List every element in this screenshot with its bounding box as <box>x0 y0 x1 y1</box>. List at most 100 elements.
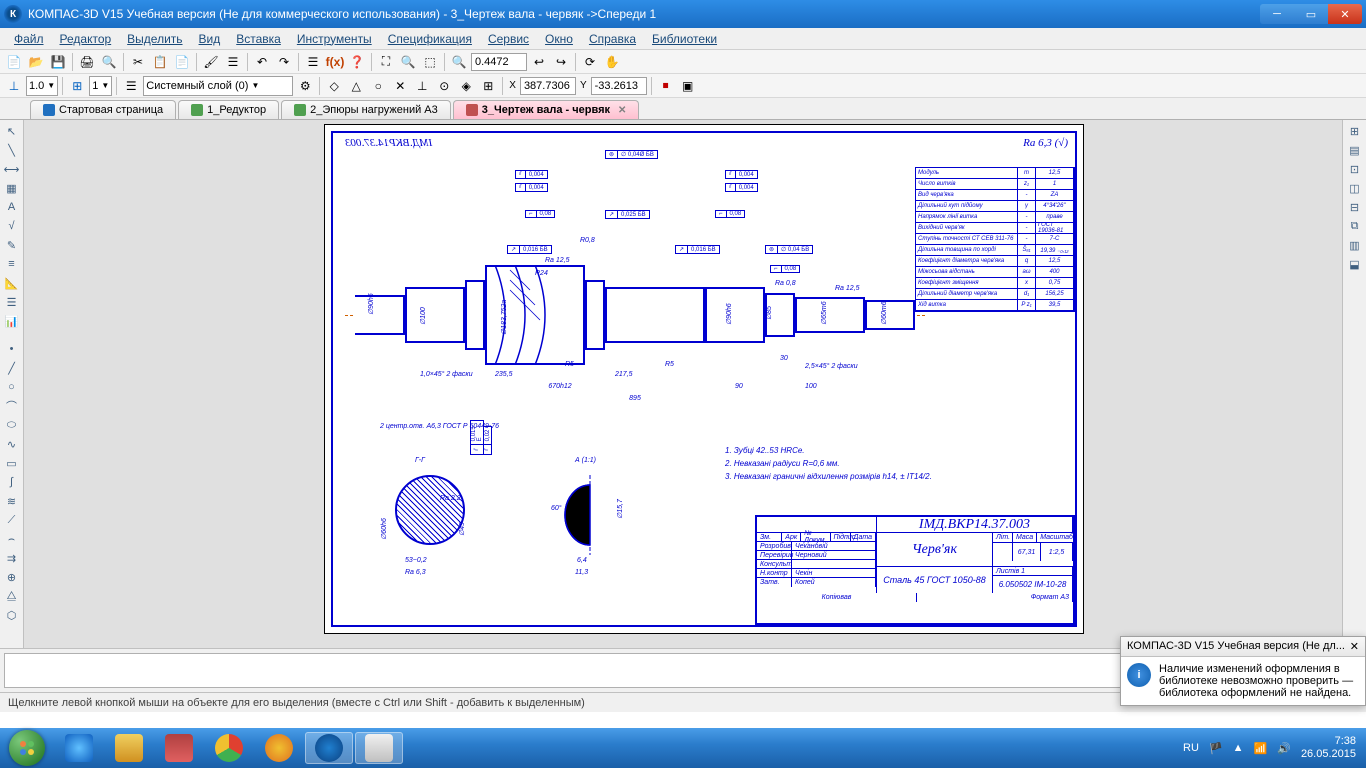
tool-offset-icon[interactable]: ⇉ <box>2 549 22 567</box>
menu-editor[interactable]: Редактор <box>52 30 120 48</box>
vars-icon[interactable]: f(x) <box>325 52 345 72</box>
tool-point-icon[interactable]: • <box>2 340 22 358</box>
tool-param-icon[interactable]: ≡ <box>2 255 22 273</box>
coord-y-input[interactable] <box>591 77 647 95</box>
zoom-window-icon[interactable]: ⬚ <box>420 52 440 72</box>
close-button[interactable]: ✕ <box>1328 4 1362 24</box>
rtool-3-icon[interactable]: ⊡ <box>1345 160 1365 178</box>
layer-manage-icon[interactable]: ⚙ <box>295 76 315 96</box>
tool-dim-icon[interactable]: ⟷ <box>2 160 22 178</box>
tool-text-icon[interactable]: A <box>2 198 22 216</box>
snap-perp-icon[interactable]: ⊥ <box>412 76 432 96</box>
menu-file[interactable]: Файл <box>6 30 52 48</box>
zoom-scale-icon[interactable]: 🔍 <box>449 52 469 72</box>
menu-spec[interactable]: Спецификация <box>380 30 480 48</box>
open-button[interactable]: 📂 <box>26 52 46 72</box>
menu-tools[interactable]: Инструменты <box>289 30 380 48</box>
snap-grid-icon[interactable]: ⊞ <box>478 76 498 96</box>
snap-near-icon[interactable]: ◈ <box>456 76 476 96</box>
menu-select[interactable]: Выделить <box>119 30 190 48</box>
tool-hatch-icon[interactable]: ▦ <box>2 179 22 197</box>
pause-icon[interactable]: ▣ <box>678 76 698 96</box>
tray-volume-icon[interactable]: 🔊 <box>1277 742 1291 755</box>
zoom-fit-icon[interactable]: ⛶ <box>376 52 396 72</box>
rtool-7-icon[interactable]: ▥ <box>1345 236 1365 254</box>
scale-combo[interactable]: 1.0▼ <box>26 76 58 96</box>
rtool-1-icon[interactable]: ⊞ <box>1345 122 1365 140</box>
tool-seg-icon[interactable]: ╱ <box>2 359 22 377</box>
tab-reductor[interactable]: 1_Редуктор <box>178 100 279 119</box>
maximize-button[interactable]: ▭ <box>1294 4 1328 24</box>
print-button[interactable]: 🖨 <box>77 52 97 72</box>
save-button[interactable]: 💾 <box>48 52 68 72</box>
taskbar-totalcmd[interactable] <box>155 732 203 764</box>
menu-insert[interactable]: Вставка <box>228 30 289 48</box>
start-button[interactable] <box>0 728 54 768</box>
step-combo[interactable]: 1▼ <box>89 76 112 96</box>
taskbar-paint[interactable] <box>355 732 403 764</box>
notif-close-icon[interactable]: ✕ <box>1350 640 1359 653</box>
tool-chamfer-icon[interactable]: ⟋ <box>2 511 22 529</box>
tool-rep-icon[interactable]: 📊 <box>2 312 22 330</box>
tab-epyury[interactable]: 2_Эпюры нагружений А3 <box>281 100 451 119</box>
undo-button[interactable]: ↶ <box>252 52 272 72</box>
menu-help[interactable]: Справка <box>581 30 644 48</box>
tool-arc-icon[interactable]: ⌒ <box>2 397 22 415</box>
tool-spline-icon[interactable]: ∿ <box>2 435 22 453</box>
menu-view[interactable]: Вид <box>191 30 229 48</box>
tray-action-icon[interactable]: ▲ <box>1233 742 1244 754</box>
zoom-in-icon[interactable]: 🔍 <box>398 52 418 72</box>
snap-tan-icon[interactable]: ⊙ <box>434 76 454 96</box>
menu-service[interactable]: Сервис <box>480 30 537 48</box>
tool-cont-icon[interactable]: ⬡ <box>2 606 22 624</box>
menu-libs[interactable]: Библиотеки <box>644 30 725 48</box>
zoom-prev-icon[interactable]: ↩ <box>529 52 549 72</box>
stop-icon[interactable]: ⏹ <box>656 76 676 96</box>
zoom-next-icon[interactable]: ↪ <box>551 52 571 72</box>
menu-window[interactable]: Окно <box>537 30 581 48</box>
tool-bezier-icon[interactable]: ∫ <box>2 473 22 491</box>
tool-spec-icon[interactable]: ☰ <box>2 293 22 311</box>
tab-start-page[interactable]: Стартовая страница <box>30 100 176 119</box>
tray-network-icon[interactable]: 📶 <box>1254 742 1268 755</box>
tool-rough-icon[interactable]: √ <box>2 217 22 235</box>
minimize-button[interactable]: ─ <box>1260 4 1294 24</box>
brush-icon[interactable]: 🖌 <box>201 52 221 72</box>
redo-button[interactable]: ↷ <box>274 52 294 72</box>
snap-center-icon[interactable]: ○ <box>368 76 388 96</box>
taskbar-ie[interactable] <box>55 732 103 764</box>
tool-break-icon[interactable]: ≋ <box>2 492 22 510</box>
step-icon[interactable]: ⊞ <box>67 76 87 96</box>
refresh-icon[interactable]: ⟳ <box>580 52 600 72</box>
manager-icon[interactable]: ☰ <box>303 52 323 72</box>
tray-flag-icon[interactable]: 🏴 <box>1209 742 1223 755</box>
tab-close-icon[interactable]: ✕ <box>618 105 626 116</box>
tool-mirror-icon[interactable]: ⧋ <box>2 587 22 605</box>
rtool-4-icon[interactable]: ◫ <box>1345 179 1365 197</box>
taskbar-chrome[interactable] <box>205 732 253 764</box>
props-icon[interactable]: ☰ <box>223 52 243 72</box>
layer-combo[interactable]: Системный слой (0)▼ <box>143 76 293 96</box>
tool-axis-icon[interactable]: ⊕ <box>2 568 22 586</box>
tab-chertezh[interactable]: 3_Чертеж вала - червяк✕ <box>453 100 640 119</box>
tool-select-icon[interactable]: ↖ <box>2 122 22 140</box>
rtool-6-icon[interactable]: ⧉ <box>1345 217 1365 235</box>
coord-x-input[interactable] <box>520 77 576 95</box>
tray-lang[interactable]: RU <box>1183 742 1199 754</box>
rtool-5-icon[interactable]: ⊟ <box>1345 198 1365 216</box>
new-button[interactable]: 📄 <box>4 52 24 72</box>
tool-fillet-icon[interactable]: ⌢ <box>2 530 22 548</box>
ortho-icon[interactable]: ⊥ <box>4 76 24 96</box>
tool-line-icon[interactable]: ╲ <box>2 141 22 159</box>
snap-int-icon[interactable]: ✕ <box>390 76 410 96</box>
cut-button[interactable]: ✂ <box>128 52 148 72</box>
zoom-input[interactable] <box>471 53 527 71</box>
help-cursor-icon[interactable]: ❓ <box>347 52 367 72</box>
tool-rect-icon[interactable]: ▭ <box>2 454 22 472</box>
taskbar-kompas[interactable] <box>305 732 353 764</box>
pan-icon[interactable]: ✋ <box>602 52 622 72</box>
snap-mid-icon[interactable]: △ <box>346 76 366 96</box>
drawing-canvas[interactable]: ІМД.ВКР14.37.003 Ra 6,3 (√) ⊚∅ 0,04Ø БВ … <box>24 120 1342 648</box>
snap-end-icon[interactable]: ◇ <box>324 76 344 96</box>
taskbar-zona[interactable] <box>255 732 303 764</box>
